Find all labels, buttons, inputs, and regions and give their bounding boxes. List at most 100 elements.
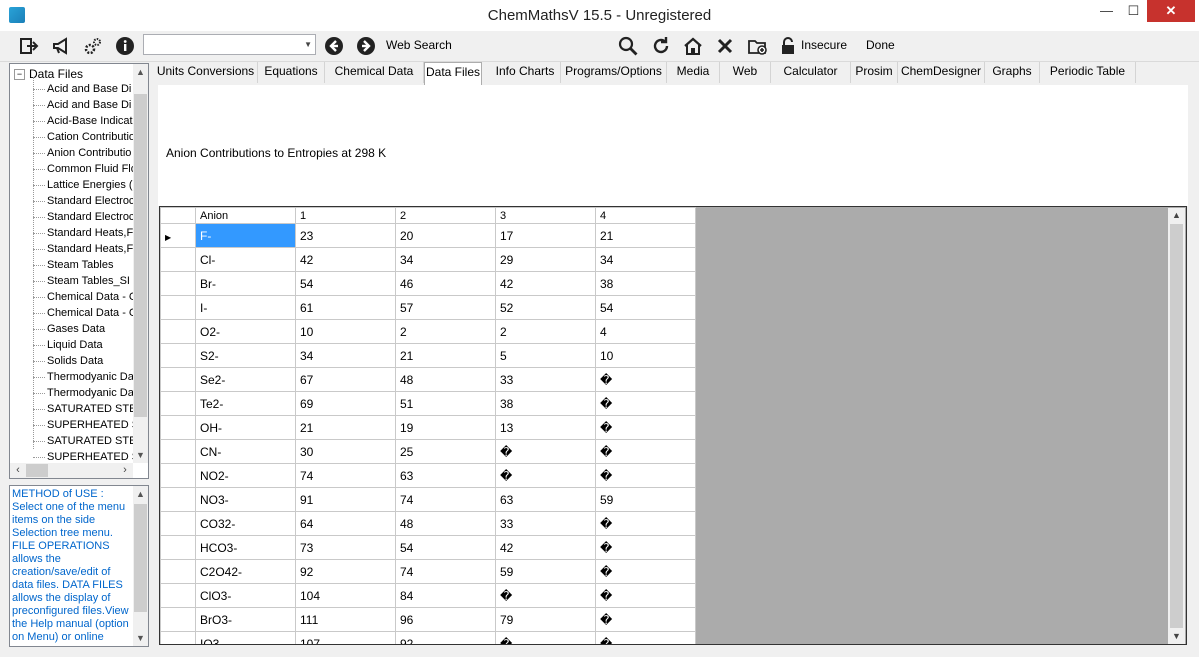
value-cell[interactable]: 38 [495, 391, 596, 416]
tree-item[interactable]: Common Fluid Flo [31, 161, 134, 177]
value-cell[interactable]: 69 [295, 391, 396, 416]
value-cell[interactable]: 42 [495, 271, 596, 296]
row-header[interactable] [160, 271, 196, 296]
value-cell[interactable]: 52 [495, 295, 596, 320]
row-header[interactable] [160, 631, 196, 644]
column-header[interactable]: Anion [195, 207, 296, 224]
value-cell[interactable]: 54 [295, 271, 396, 296]
stop-icon[interactable] [714, 35, 736, 57]
table-row[interactable]: NO2- 74 63 � � [160, 463, 696, 488]
value-cell[interactable]: 23 [295, 223, 396, 248]
value-cell[interactable]: 74 [295, 463, 396, 488]
row-header[interactable] [160, 511, 196, 536]
value-cell[interactable]: 10 [295, 319, 396, 344]
maximize-button[interactable]: ☐ [1120, 0, 1147, 22]
value-cell[interactable]: 57 [395, 295, 496, 320]
new-folder-icon[interactable] [746, 35, 768, 57]
row-header[interactable] [160, 367, 196, 392]
value-cell[interactable]: 54 [395, 535, 496, 560]
value-cell[interactable]: 63 [495, 487, 596, 512]
value-cell[interactable]: 104 [295, 583, 396, 608]
table-row[interactable]: BrO3- 111 96 79 � [160, 607, 696, 632]
scroll-up-icon[interactable]: ▲ [133, 486, 148, 502]
column-header[interactable]: 1 [295, 207, 396, 224]
row-header[interactable] [160, 439, 196, 464]
tree-item[interactable]: Standard Electroc [31, 193, 134, 209]
tree-item[interactable]: Acid and Base Di [31, 81, 134, 97]
row-header[interactable] [160, 295, 196, 320]
anion-cell[interactable]: C2O42- [195, 559, 296, 584]
anion-cell[interactable]: O2- [195, 319, 296, 344]
value-cell[interactable]: � [595, 367, 696, 392]
value-cell[interactable]: 2 [495, 319, 596, 344]
row-header[interactable] [160, 607, 196, 632]
collapse-icon[interactable]: − [14, 69, 25, 81]
tree-root[interactable]: − Data Files [14, 67, 83, 81]
column-header[interactable]: 4 [595, 207, 696, 224]
tree-item[interactable]: Steam Tables [31, 257, 134, 273]
scroll-left-icon[interactable]: ‹ [10, 463, 26, 478]
tab-graphs[interactable]: Graphs [985, 62, 1040, 83]
value-cell[interactable]: � [495, 463, 596, 488]
chevron-down-icon[interactable]: ▼ [304, 40, 312, 49]
tree-item[interactable]: Standard Heats,F [31, 241, 134, 257]
value-cell[interactable]: � [595, 583, 696, 608]
tree-item[interactable]: Thermodyanic Dat [31, 369, 134, 385]
value-cell[interactable]: 107 [295, 631, 396, 644]
tree-item[interactable]: Chemical Data - C [31, 305, 134, 321]
row-header[interactable] [160, 583, 196, 608]
row-header[interactable] [160, 463, 196, 488]
tab-programs-options[interactable]: Programs/Options [561, 62, 667, 83]
value-cell[interactable]: 21 [295, 415, 396, 440]
scroll-down-icon[interactable]: ▼ [1168, 629, 1185, 644]
value-cell[interactable]: 74 [395, 559, 496, 584]
value-cell[interactable]: 61 [295, 295, 396, 320]
tree-item[interactable]: Standard Electroc [31, 209, 134, 225]
table-row[interactable]: I- 61 57 52 54 [160, 295, 696, 320]
table-row[interactable]: CN- 30 25 � � [160, 439, 696, 464]
table-row[interactable]: NO3- 91 74 63 59 [160, 487, 696, 512]
value-cell[interactable]: 34 [295, 343, 396, 368]
value-cell[interactable]: 21 [395, 343, 496, 368]
anion-cell[interactable]: IO3- [195, 631, 296, 644]
tab-chemical-data[interactable]: Chemical Data [325, 62, 424, 83]
anion-cell[interactable]: OH- [195, 415, 296, 440]
value-cell[interactable]: 13 [495, 415, 596, 440]
tree-item[interactable]: Lattice Energies ( [31, 177, 134, 193]
anion-cell[interactable]: ClO3- [195, 583, 296, 608]
close-button[interactable]: ✕ [1147, 0, 1195, 22]
tree-item[interactable]: Chemical Data - C [31, 289, 134, 305]
tab-calculator[interactable]: Calculator [771, 62, 851, 83]
row-header[interactable] [160, 247, 196, 272]
value-cell[interactable]: � [595, 391, 696, 416]
table-row[interactable]: ▶ F- 23 20 17 21 [160, 223, 696, 248]
back-icon[interactable] [323, 35, 345, 57]
table-row[interactable]: Se2- 67 48 33 � [160, 367, 696, 392]
value-cell[interactable]: 59 [495, 559, 596, 584]
table-row[interactable]: Te2- 69 51 38 � [160, 391, 696, 416]
value-cell[interactable]: 42 [295, 247, 396, 272]
value-cell[interactable]: 4 [595, 319, 696, 344]
anion-cell[interactable]: I- [195, 295, 296, 320]
value-cell[interactable]: 92 [395, 631, 496, 644]
value-cell[interactable]: � [595, 439, 696, 464]
tree-item[interactable]: Gases Data [31, 321, 134, 337]
value-cell[interactable]: 33 [495, 511, 596, 536]
value-cell[interactable]: 33 [495, 367, 596, 392]
forward-icon[interactable] [355, 35, 377, 57]
value-cell[interactable]: 96 [395, 607, 496, 632]
tree-item[interactable]: SUPERHEATED S [31, 417, 134, 433]
value-cell[interactable]: 64 [295, 511, 396, 536]
tab-prosim[interactable]: Prosim [851, 62, 898, 83]
row-header[interactable] [160, 319, 196, 344]
value-cell[interactable]: 46 [395, 271, 496, 296]
anion-cell[interactable]: NO2- [195, 463, 296, 488]
row-header[interactable] [160, 415, 196, 440]
table-row[interactable]: HCO3- 73 54 42 � [160, 535, 696, 560]
value-cell[interactable]: � [495, 631, 596, 644]
value-cell[interactable]: 74 [395, 487, 496, 512]
anion-cell[interactable]: BrO3- [195, 607, 296, 632]
value-cell[interactable]: 111 [295, 607, 396, 632]
tab-data-files[interactable]: Data Files [424, 62, 482, 85]
megaphone-icon[interactable] [50, 35, 72, 57]
